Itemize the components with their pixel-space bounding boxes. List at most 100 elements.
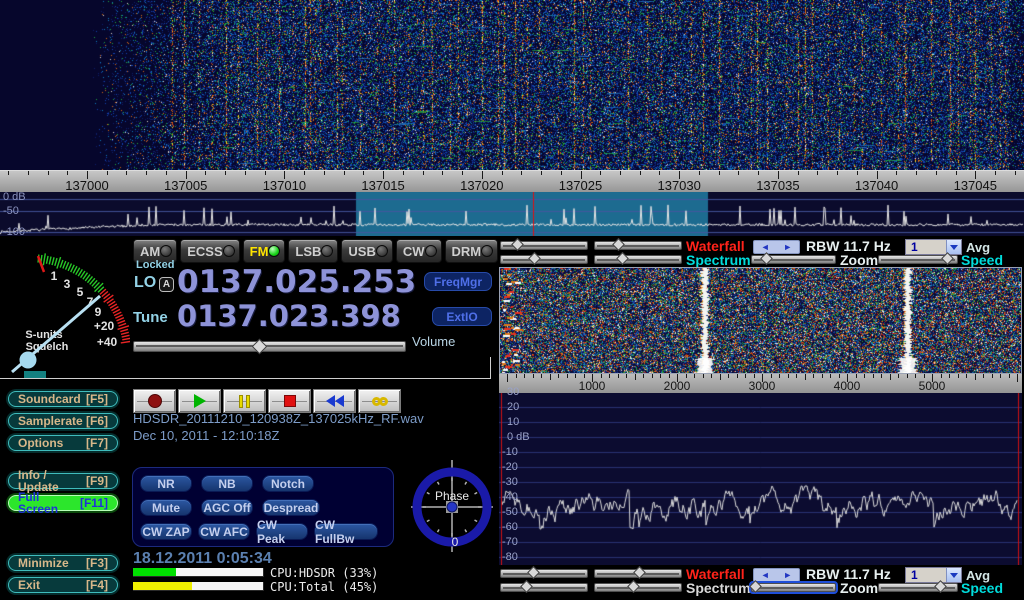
tick: [898, 374, 899, 378]
slider-thumb[interactable]: [935, 580, 948, 593]
mode-button-lsb[interactable]: LSB: [288, 239, 338, 263]
audio-spectrum[interactable]: [499, 393, 1022, 565]
waterfall-shift-control-2[interactable]: ◄ ►: [753, 568, 800, 582]
tick: [924, 374, 925, 378]
volume-slider-thumb[interactable]: [251, 339, 267, 355]
sidebar-button-soundcard[interactable]: Soundcard[F5]: [8, 391, 118, 407]
slider-thumb[interactable]: [760, 252, 773, 265]
slider-thumb[interactable]: [633, 566, 646, 579]
slider-thumb[interactable]: [616, 252, 629, 265]
freqmgr-button[interactable]: FreqMgr: [424, 272, 492, 291]
mode-button-usb[interactable]: USB: [341, 239, 392, 263]
mode-button-fm[interactable]: FM: [243, 239, 286, 263]
slider-thumb[interactable]: [749, 580, 762, 593]
tick: [881, 374, 882, 378]
waterfall-brightness-slider-2[interactable]: [500, 569, 588, 578]
db-axis-label: -50: [502, 506, 518, 518]
tick: [839, 374, 840, 378]
db-axis-label: -100: [3, 226, 25, 238]
slider-thumb[interactable]: [527, 566, 540, 579]
db-axis-label: 10: [507, 416, 519, 428]
waterfall-contrast-slider[interactable]: [594, 241, 682, 250]
left-arrow-icon[interactable]: ◄: [761, 242, 770, 252]
tick: [956, 171, 957, 175]
waterfall-contrast-slider-2[interactable]: [594, 569, 682, 578]
play-button[interactable]: [178, 389, 221, 413]
dsp-button-despread[interactable]: Despread: [262, 499, 320, 516]
slider-thumb[interactable]: [627, 580, 640, 593]
tick: [813, 374, 814, 378]
spectrum-max-slider-2[interactable]: [594, 583, 682, 592]
pause-icon: [239, 395, 250, 408]
dsp-button-mute[interactable]: Mute: [140, 499, 192, 516]
waterfall-brightness-slider[interactable]: [500, 241, 588, 250]
avg-count-select[interactable]: 1: [905, 239, 962, 255]
sidebar-button-minimize[interactable]: Minimize[F3]: [8, 555, 118, 571]
sidebar-button-options[interactable]: Options[F7]: [8, 435, 118, 451]
dsp-button-cw-fullbw[interactable]: CW FullBw: [314, 523, 378, 540]
mode-button-ecss[interactable]: ECSS: [180, 239, 239, 263]
dsp-button-cw-zap[interactable]: CW ZAP: [140, 523, 192, 540]
rf-frequency-scale[interactable]: 1370001370051370101370151370201370251370…: [0, 170, 1024, 192]
tick: [107, 171, 108, 175]
audio-waterfall[interactable]: [500, 268, 1021, 373]
left-arrow-icon[interactable]: ◄: [761, 570, 770, 580]
sidebar-button-full-screen[interactable]: Full Screen[F11]: [8, 495, 118, 511]
frequency-tick-label: 4000: [824, 379, 870, 393]
frequency-tick-label: 5000: [909, 379, 955, 393]
phase-center-dot: [447, 502, 457, 512]
spectrum-min-slider-2[interactable]: [500, 583, 588, 592]
record-button[interactable]: [133, 389, 176, 413]
dsp-button-nr[interactable]: NR: [140, 475, 192, 492]
slider-thumb[interactable]: [612, 238, 625, 251]
zoom-slider-2[interactable]: [751, 583, 836, 592]
extio-button[interactable]: ExtIO: [432, 307, 492, 326]
audio-frequency-scale[interactable]: 10002000300040005000: [499, 374, 1022, 393]
spectrum-max-slider[interactable]: [594, 255, 682, 264]
avg-count-select-2[interactable]: 1: [905, 567, 962, 583]
pause-button[interactable]: [223, 389, 266, 413]
speed-slider-2[interactable]: [878, 583, 958, 592]
speed-slider[interactable]: [878, 255, 958, 264]
sidebar-button-key: [F6]: [86, 415, 108, 427]
cpu-hdsdr-label: CPU:HDSDR (33%): [270, 566, 378, 580]
smeter-scale-label: 1: [51, 269, 58, 283]
rewind-button[interactable]: [313, 389, 356, 413]
combo-arrow-button[interactable]: [946, 568, 961, 582]
rf-waterfall[interactable]: [0, 0, 1024, 170]
sidebar-button-info-update[interactable]: Info / Update[F9]: [8, 473, 118, 489]
sidebar-button-samplerate[interactable]: Samplerate[F6]: [8, 413, 118, 429]
dsp-button-notch[interactable]: Notch: [262, 475, 314, 492]
lo-auto-badge[interactable]: A: [159, 277, 174, 292]
zoom-slider[interactable]: [751, 255, 836, 264]
sidebar-button-exit[interactable]: Exit[F4]: [8, 577, 118, 593]
tick: [719, 171, 720, 175]
mode-button-cw[interactable]: CW: [396, 239, 442, 263]
lo-frequency-display[interactable]: 0137.025.253: [177, 267, 416, 298]
slider-thumb[interactable]: [511, 238, 524, 251]
dsp-button-cw-afc[interactable]: CW AFC: [198, 523, 250, 540]
loop-button[interactable]: [358, 389, 401, 413]
mode-label: USB: [348, 244, 375, 259]
volume-slider[interactable]: [133, 341, 406, 352]
right-arrow-icon[interactable]: ►: [783, 242, 792, 252]
frequency-tick-label: 137020: [454, 178, 510, 193]
tick: [822, 374, 823, 378]
spectrum-min-slider[interactable]: [500, 255, 588, 264]
status-datetime: 18.12.2011 0:05:34: [133, 550, 272, 568]
dsp-button-agc-off[interactable]: AGC Off: [201, 499, 253, 516]
tune-frequency-display[interactable]: 0137.023.398: [177, 302, 401, 331]
stop-button[interactable]: [268, 389, 311, 413]
s-meter[interactable]: 13579+20+40 S-units Squelch: [0, 242, 130, 378]
tick: [558, 374, 559, 378]
right-arrow-icon[interactable]: ►: [783, 570, 792, 580]
slider-thumb[interactable]: [529, 252, 542, 265]
slider-thumb[interactable]: [520, 580, 533, 593]
waterfall-shift-control[interactable]: ◄ ►: [753, 240, 800, 254]
dsp-button-nb[interactable]: NB: [201, 475, 253, 492]
slider-thumb[interactable]: [941, 252, 954, 265]
mode-button-drm[interactable]: DRM: [445, 239, 499, 263]
tick: [442, 171, 443, 175]
rf-overview-spectrum[interactable]: [0, 192, 1024, 236]
dsp-button-cw-peak[interactable]: CW Peak: [256, 523, 308, 540]
